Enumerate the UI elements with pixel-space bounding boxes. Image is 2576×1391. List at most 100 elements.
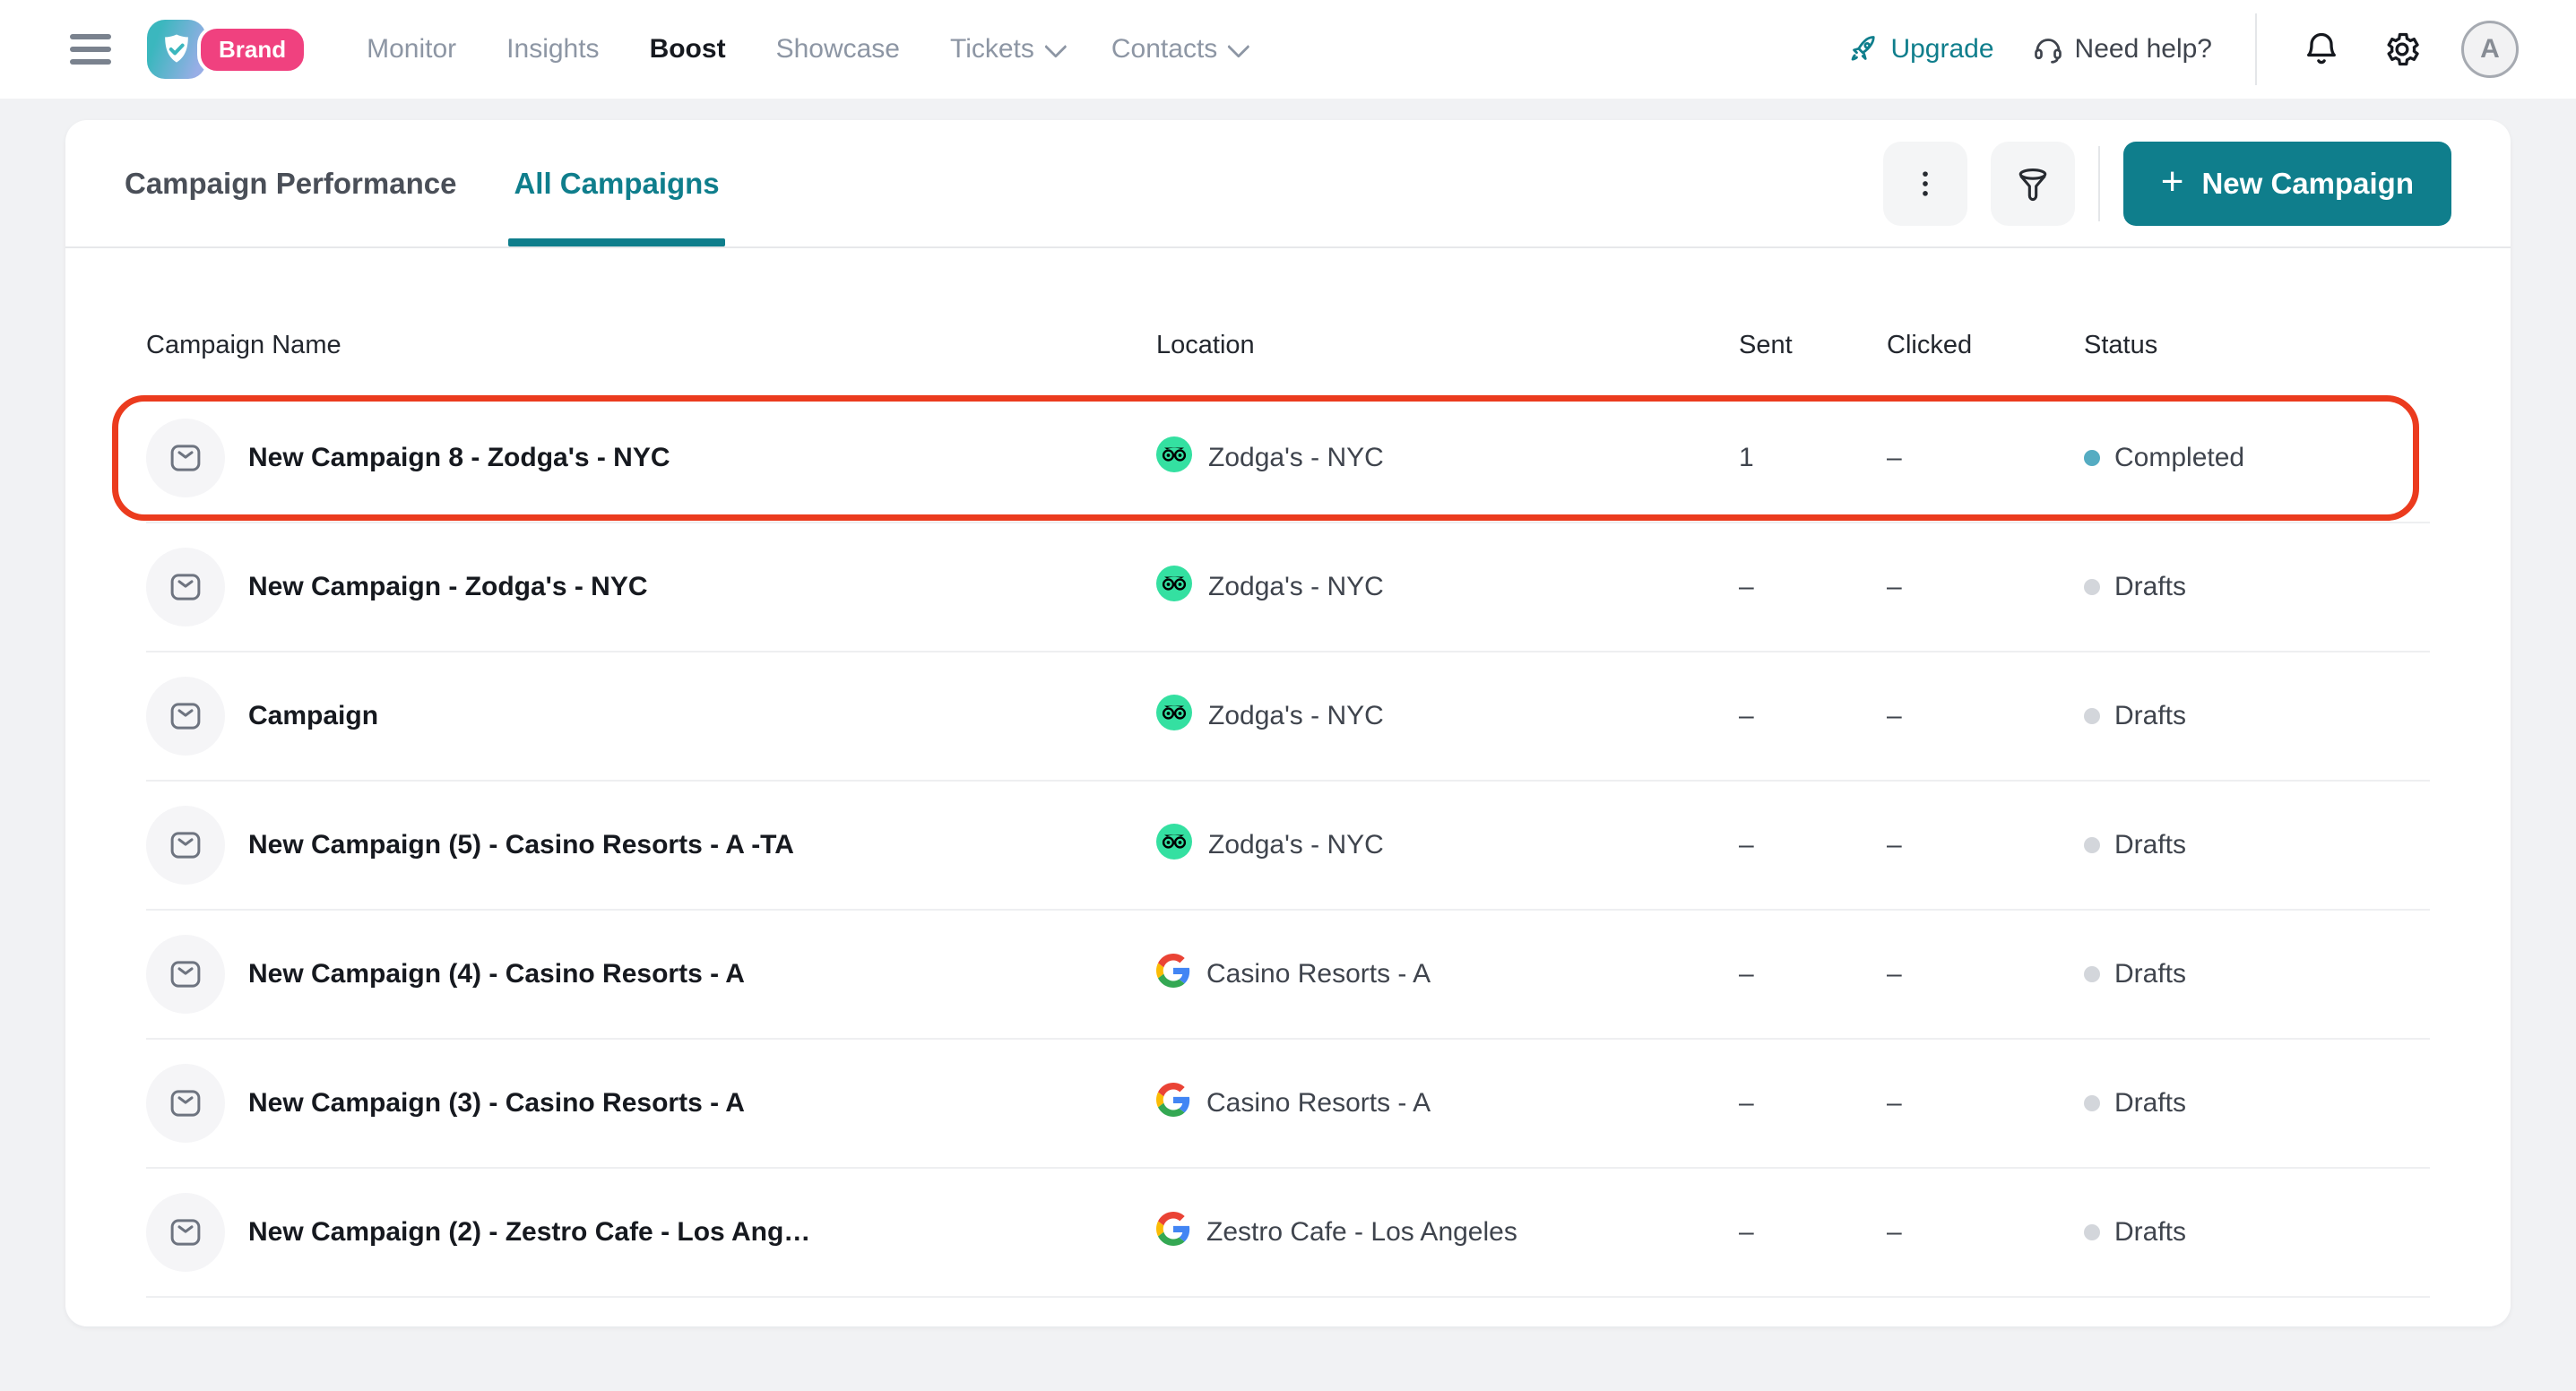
tripadvisor-icon <box>1156 824 1192 867</box>
funnel-icon <box>2013 164 2053 203</box>
sent-value: – <box>1739 572 1887 602</box>
campaign-type-badge <box>146 419 225 497</box>
top-navbar: Brand Monitor Insights Boost Showcase Ti… <box>0 0 2576 99</box>
tripadvisor-icon <box>1156 695 1192 738</box>
status-dot <box>2084 1224 2100 1240</box>
google-icon <box>1156 1212 1190 1253</box>
campaign-name: New Campaign (3) - Casino Resorts - A <box>248 1088 745 1119</box>
campaign-name: New Campaign (5) - Casino Resorts - A -T… <box>248 830 794 860</box>
clicked-value: – <box>1887 1217 2084 1248</box>
location-name: Zodga's - NYC <box>1208 443 1384 473</box>
gear-icon <box>2382 30 2422 69</box>
envelope-icon <box>167 697 204 735</box>
campaign-type-badge <box>146 1193 225 1272</box>
clicked-value: – <box>1887 701 2084 731</box>
envelope-icon <box>167 955 204 993</box>
app-logo[interactable]: Brand <box>147 20 307 79</box>
nav-item-showcase[interactable]: Showcase <box>776 34 900 65</box>
table-row[interactable]: New Campaign 8 - Zodga's - NYC Zodga's -… <box>146 394 2430 523</box>
column-header-campaign-name: Campaign Name <box>146 331 1156 360</box>
location-name: Casino Resorts - A <box>1206 1088 1431 1119</box>
nav-item-contacts[interactable]: Contacts <box>1111 34 1244 65</box>
bell-icon <box>2302 30 2341 69</box>
status-dot <box>2084 966 2100 982</box>
avatar[interactable]: A <box>2461 21 2519 78</box>
campaign-name: Campaign <box>248 701 378 731</box>
campaign-name: New Campaign (2) - Zestro Cafe - Los Ang… <box>248 1217 810 1248</box>
chevron-down-icon <box>1227 35 1249 57</box>
envelope-icon <box>167 826 204 864</box>
status-dot <box>2084 579 2100 595</box>
tripadvisor-icon <box>1156 436 1192 480</box>
campaign-type-badge <box>146 935 225 1014</box>
nav-item-tickets[interactable]: Tickets <box>950 34 1061 65</box>
google-icon <box>1156 954 1190 995</box>
status-label: Drafts <box>2114 959 2186 989</box>
location-name: Zodga's - NYC <box>1208 830 1384 860</box>
need-help-link[interactable]: Need help? <box>2032 33 2212 65</box>
envelope-icon <box>167 1084 204 1122</box>
status-dot <box>2084 450 2100 466</box>
campaign-type-badge <box>146 677 225 756</box>
table-row[interactable]: Campaign Zodga's - NYC – – Drafts <box>146 652 2430 782</box>
clicked-value: – <box>1887 443 2084 473</box>
clicked-value: – <box>1887 830 2084 860</box>
column-header-location: Location <box>1156 331 1739 360</box>
envelope-icon <box>167 568 204 606</box>
nav-item-insights[interactable]: Insights <box>506 34 599 65</box>
settings-button[interactable] <box>2381 28 2424 71</box>
envelope-icon <box>167 439 204 477</box>
table-row[interactable]: New Campaign - Zodga's - NYC Zodga's - N… <box>146 523 2430 652</box>
status-dot <box>2084 708 2100 724</box>
table-row[interactable]: New Campaign (3) - Casino Resorts - A Ca… <box>146 1040 2430 1169</box>
new-campaign-button[interactable]: + New Campaign <box>2123 142 2451 226</box>
nav-item-boost[interactable]: Boost <box>650 34 726 65</box>
campaign-name: New Campaign - Zodga's - NYC <box>248 572 648 602</box>
tripadvisor-icon <box>1156 566 1192 609</box>
location-name: Zodga's - NYC <box>1208 701 1384 731</box>
clicked-value: – <box>1887 572 2084 602</box>
main-nav: Monitor Insights Boost Showcase Tickets … <box>367 34 1244 65</box>
kebab-menu-icon <box>1907 166 1943 202</box>
table-row[interactable]: New Campaign (2) - Zestro Cafe - Los Ang… <box>146 1169 2430 1298</box>
envelope-icon <box>167 1214 204 1251</box>
headset-icon <box>2032 33 2064 65</box>
status-label: Drafts <box>2114 701 2186 731</box>
campaign-type-badge <box>146 806 225 885</box>
status-dot <box>2084 837 2100 853</box>
tab-all-campaigns[interactable]: All Campaigns <box>514 120 719 246</box>
status-label: Drafts <box>2114 830 2186 860</box>
status-label: Completed <box>2114 443 2244 473</box>
location-name: Zestro Cafe - Los Angeles <box>1206 1217 1517 1248</box>
table-body: New Campaign 8 - Zodga's - NYC Zodga's -… <box>146 394 2430 1298</box>
plus-icon: + <box>2161 162 2184 202</box>
campaign-type-badge <box>146 1064 225 1143</box>
notifications-button[interactable] <box>2300 28 2343 71</box>
nav-item-monitor[interactable]: Monitor <box>367 34 456 65</box>
column-header-status: Status <box>2084 331 2430 360</box>
column-header-sent: Sent <box>1739 331 1887 360</box>
table-row[interactable]: New Campaign (4) - Casino Resorts - A Ca… <box>146 911 2430 1040</box>
clicked-value: – <box>1887 1088 2084 1119</box>
status-label: Drafts <box>2114 1217 2186 1248</box>
filter-button[interactable] <box>1991 142 2075 226</box>
hamburger-menu-icon[interactable] <box>70 34 111 65</box>
upgrade-link[interactable]: Upgrade <box>1847 33 1993 65</box>
more-options-button[interactable] <box>1883 142 1967 226</box>
campaign-name: New Campaign 8 - Zodga's - NYC <box>248 443 670 473</box>
tab-bar: Campaign Performance All Campaigns <box>125 120 720 246</box>
sent-value: – <box>1739 1217 1887 1248</box>
chevron-down-icon <box>1044 35 1067 57</box>
clicked-value: – <box>1887 959 2084 989</box>
status-label: Drafts <box>2114 572 2186 602</box>
campaigns-table: Campaign Name Location Sent Clicked Stat… <box>65 248 2511 1298</box>
brand-badge: Brand <box>197 25 307 74</box>
table-row[interactable]: New Campaign (5) - Casino Resorts - A -T… <box>146 782 2430 911</box>
sent-value: – <box>1739 830 1887 860</box>
sent-value: – <box>1739 701 1887 731</box>
location-name: Casino Resorts - A <box>1206 959 1431 989</box>
column-header-clicked: Clicked <box>1887 331 2084 360</box>
sent-value: – <box>1739 1088 1887 1119</box>
location-name: Zodga's - NYC <box>1208 572 1384 602</box>
tab-campaign-performance[interactable]: Campaign Performance <box>125 120 456 246</box>
